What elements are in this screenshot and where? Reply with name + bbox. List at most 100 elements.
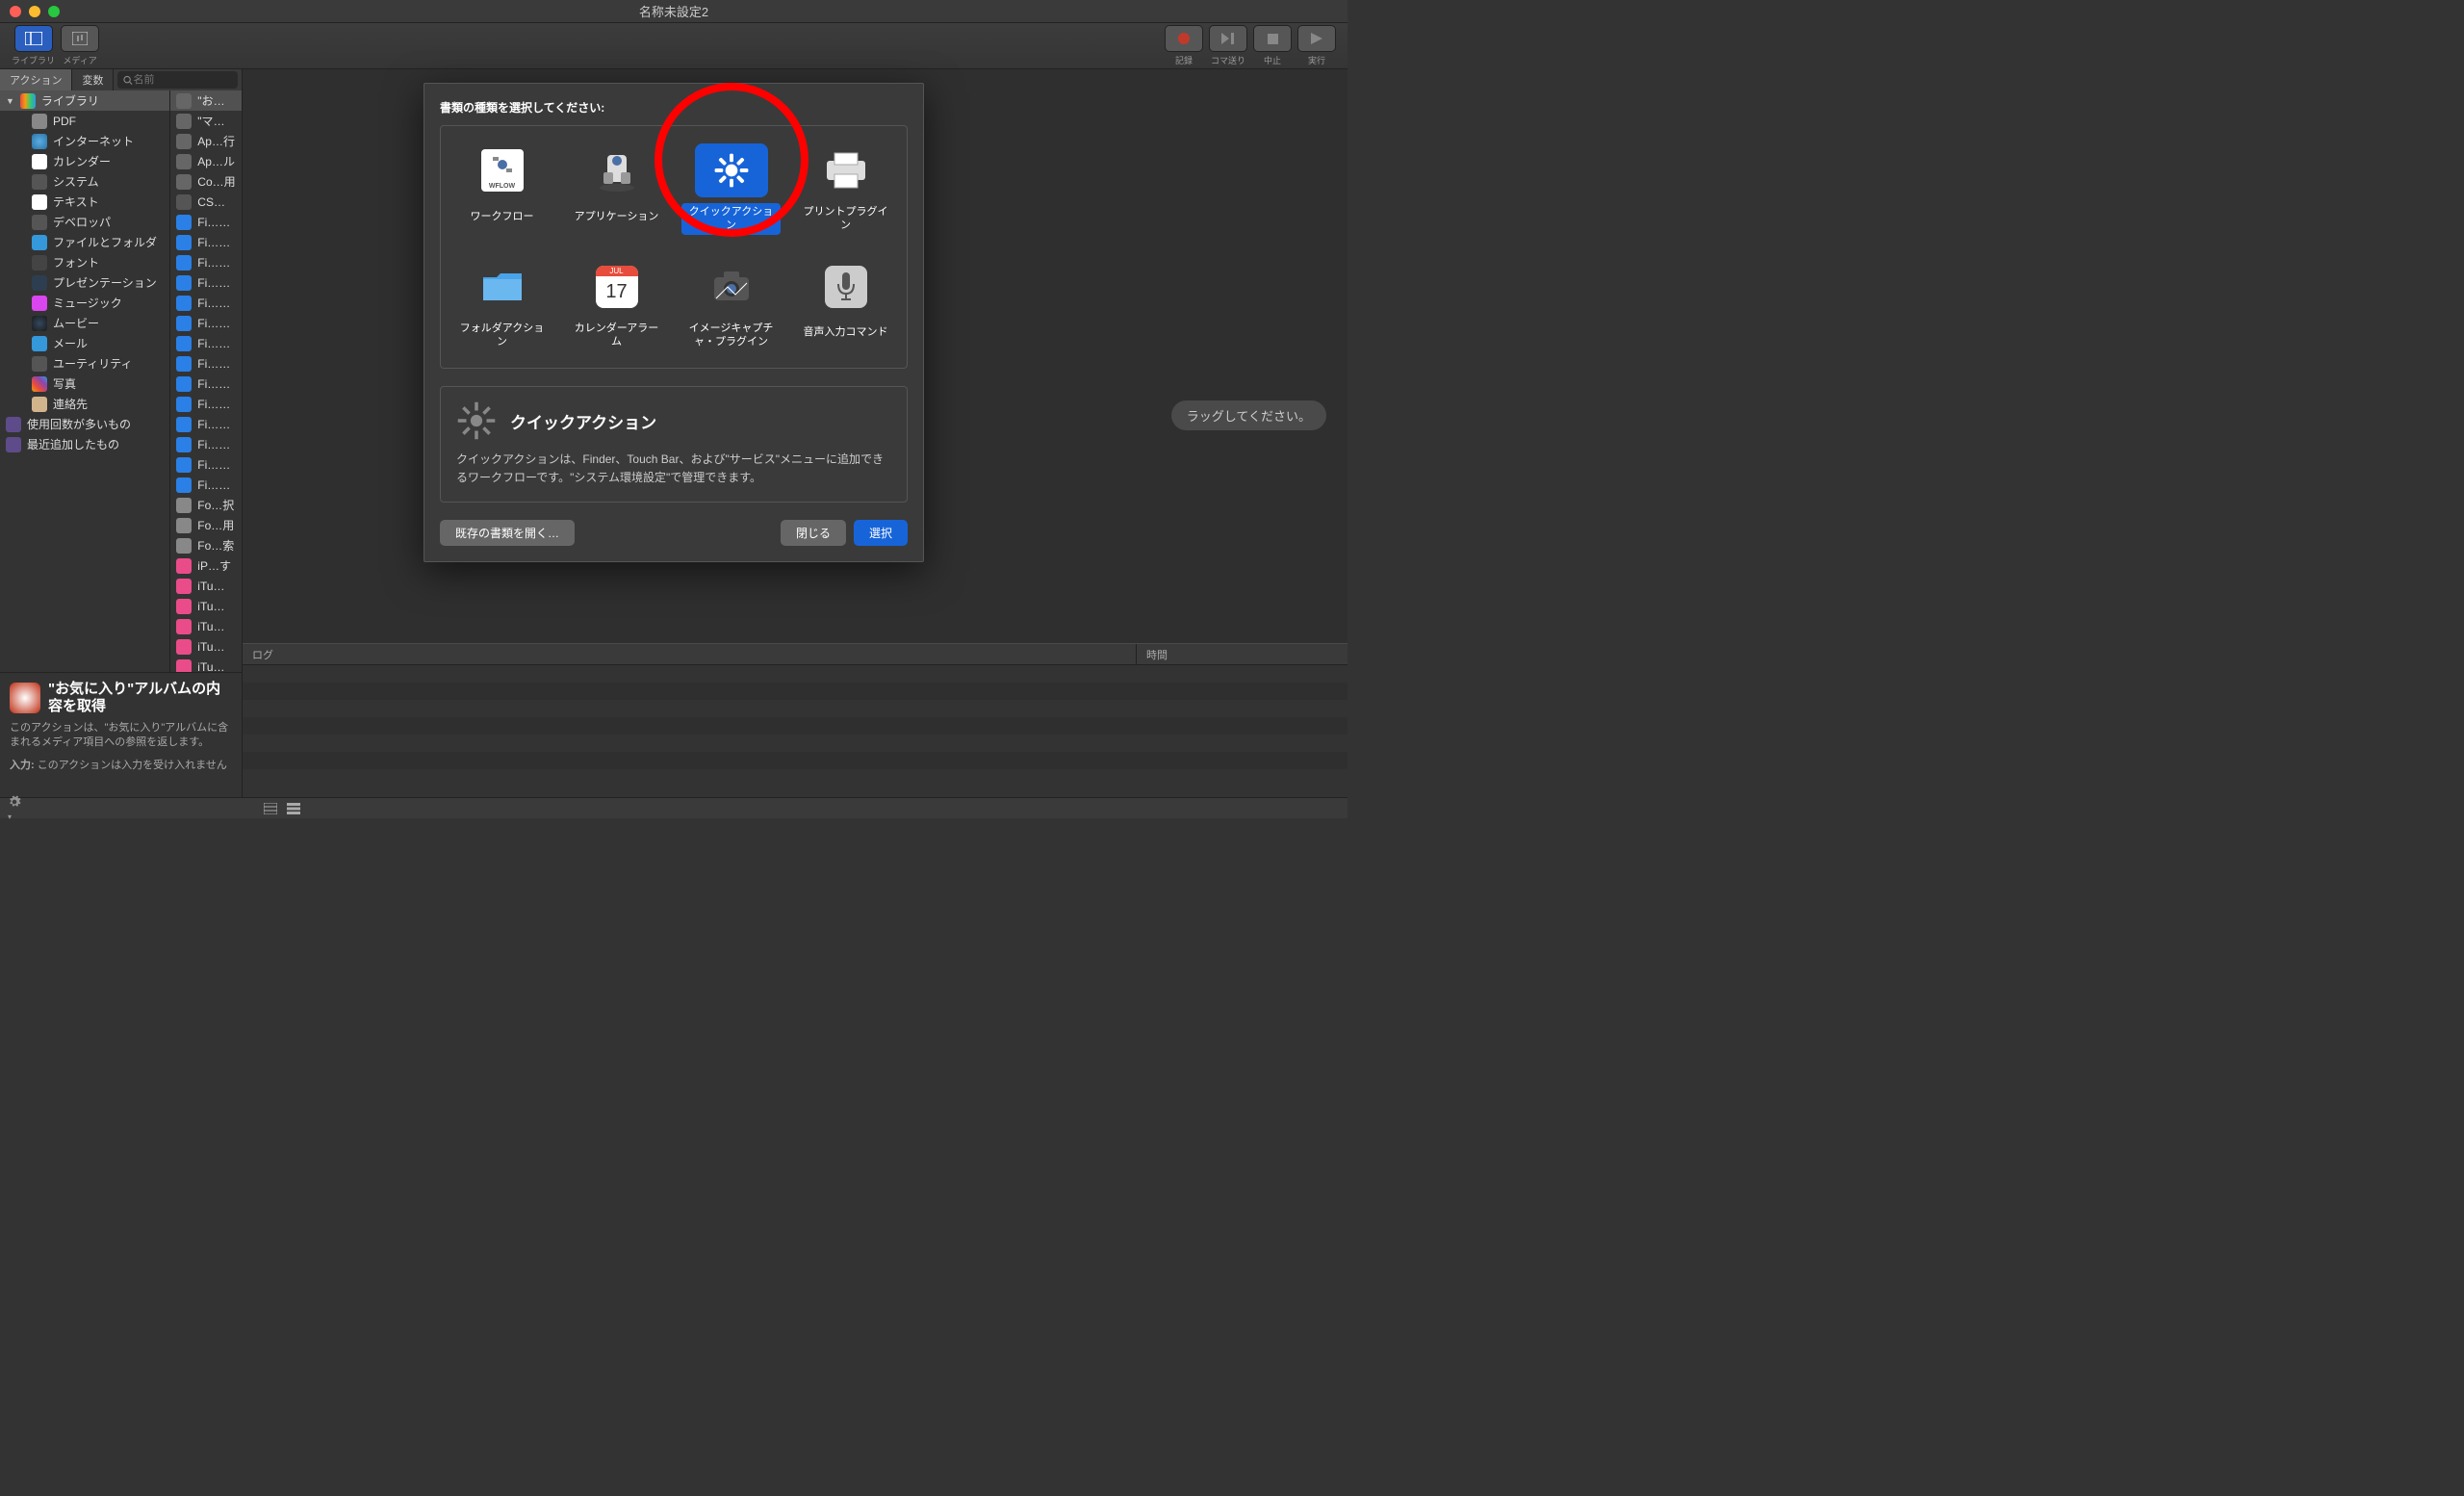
category-row[interactable]: インターネット (0, 131, 169, 151)
category-row[interactable]: 最近追加したもの (0, 434, 169, 454)
category-row[interactable]: システム (0, 171, 169, 192)
action-row[interactable]: Co…用 (170, 171, 242, 192)
action-row[interactable]: Fi…ピー (170, 313, 242, 333)
action-icon (176, 93, 192, 109)
dictation-icon (809, 260, 883, 314)
gear-icon (8, 795, 21, 809)
doctype-imagecapture[interactable]: イメージキャプチャ・プラグイン (678, 254, 784, 357)
flow-view-icon[interactable] (264, 803, 277, 814)
category-column[interactable]: ▼ライブラリPDF インターネットカレンダーシステムテキストデベロッパファイルとフ… (0, 90, 170, 672)
action-label: Fi…るく (197, 335, 236, 351)
category-row[interactable]: ミュージック (0, 293, 169, 313)
log-header-log[interactable]: ログ (243, 644, 1136, 664)
action-row[interactable]: Fi…開く (170, 394, 242, 414)
action-row[interactable]: "マ…示 (170, 111, 242, 131)
tab-actions[interactable]: アクション (0, 69, 72, 90)
action-row[interactable]: Fi…検索 (170, 414, 242, 434)
maximize-window-button[interactable] (48, 6, 60, 17)
action-row[interactable]: Fi…設定 (170, 252, 242, 272)
stop-icon (1268, 34, 1278, 44)
action-row[interactable]: Fi…るく (170, 333, 242, 353)
action-row[interactable]: Fi…える (170, 475, 242, 495)
choose-button[interactable]: 選択 (854, 520, 908, 546)
category-row[interactable]: PDF (0, 111, 169, 131)
action-label: Fi…える (197, 477, 236, 493)
tab-variables[interactable]: 変数 (72, 69, 114, 90)
close-button[interactable]: 閉じる (781, 520, 846, 546)
list-view-icon[interactable] (287, 803, 300, 814)
category-row[interactable]: 写真 (0, 374, 169, 394)
stop-button[interactable] (1253, 25, 1292, 52)
media-toggle-button[interactable] (61, 25, 99, 52)
library-toggle-button[interactable] (14, 25, 53, 52)
action-column[interactable]: "お…得"マ…示Ap…行Ap…ルCo…用CS…換Fi…適用Fi…てるFi…設定F… (170, 90, 242, 672)
action-row[interactable]: iTu…定 (170, 576, 242, 596)
doctype-dictation[interactable]: 音声入力コマンド (792, 254, 899, 357)
open-existing-button[interactable]: 既存の書類を開く… (440, 520, 575, 546)
doctype-application[interactable]: アプリケーション (563, 138, 670, 241)
close-window-button[interactable] (10, 6, 21, 17)
action-row[interactable]: Fo…索 (170, 535, 242, 555)
doctype-printplugin[interactable]: プリントプラグイン (792, 138, 899, 241)
quickaction-icon (695, 143, 768, 197)
action-row[interactable]: iTu…定 (170, 616, 242, 636)
category-row[interactable]: メール (0, 333, 169, 353)
category-row[interactable]: プレゼンテーション (0, 272, 169, 293)
action-row[interactable]: Fi…める (170, 272, 242, 293)
record-label: 記録 (1175, 54, 1193, 66)
doctype-calendaralarm[interactable]: JUL17カレンダーアラーム (563, 254, 670, 357)
minimize-window-button[interactable] (29, 6, 40, 17)
gear-menu-button[interactable]: ▾ (8, 795, 21, 822)
action-row[interactable]: Fi…複製 (170, 454, 242, 475)
category-label: インターネット (53, 133, 134, 149)
action-row[interactable]: Fi…ント (170, 353, 242, 374)
action-row[interactable]: Ap…行 (170, 131, 242, 151)
record-button[interactable] (1165, 25, 1203, 52)
category-row[interactable]: 連絡先 (0, 394, 169, 414)
category-row[interactable]: ファイルとフォルダ (0, 232, 169, 252)
action-row[interactable]: iTu…定 (170, 596, 242, 616)
category-row[interactable]: ムービー (0, 313, 169, 333)
action-row[interactable]: iP…す (170, 555, 242, 576)
category-label: システム (53, 173, 99, 190)
action-row[interactable]: Ap…ル (170, 151, 242, 171)
action-row[interactable]: iTu…止 (170, 657, 242, 672)
category-row[interactable]: 使用回数が多いもの (0, 414, 169, 434)
action-row[interactable]: Fi…適用 (170, 212, 242, 232)
action-icon (176, 538, 192, 554)
action-row[interactable]: iTu…定 (170, 636, 242, 657)
action-row[interactable]: Fi…てる (170, 232, 242, 252)
category-row[interactable]: ▼ライブラリ (0, 90, 169, 111)
category-row[interactable]: カレンダー (0, 151, 169, 171)
category-icon (32, 296, 47, 311)
action-row[interactable]: Fo…択 (170, 495, 242, 515)
category-row[interactable]: テキスト (0, 192, 169, 212)
search-input[interactable] (133, 74, 232, 86)
action-label: Fi…移動 (197, 375, 236, 392)
category-row[interactable]: デベロッパ (0, 212, 169, 232)
doctype-folderaction[interactable]: フォルダアクション (449, 254, 555, 357)
doctype-workflow[interactable]: WFLOWワークフロー (449, 138, 555, 241)
action-info-panel: "お気に入り"アルバムの内容を取得 このアクションは、"お気に入り"アルバムに含… (0, 672, 242, 797)
category-row[interactable]: フォント (0, 252, 169, 272)
step-button[interactable] (1209, 25, 1247, 52)
action-row[interactable]: Fo…用 (170, 515, 242, 535)
log-header-time[interactable]: 時間 (1136, 644, 1348, 664)
action-row[interactable]: "お…得 (170, 90, 242, 111)
search-field-wrap[interactable] (117, 71, 238, 89)
doctype-quickaction[interactable]: クイックアクション (678, 138, 784, 241)
action-icon (176, 477, 192, 493)
category-row[interactable]: ユーティリティ (0, 353, 169, 374)
action-row[interactable]: Fi…変更 (170, 293, 242, 313)
library-toggle-label: ライブラリ (12, 54, 55, 66)
category-label: デベロッパ (53, 214, 111, 230)
action-row[interactable]: Fi…表示 (170, 434, 242, 454)
action-icon (176, 134, 192, 149)
run-button[interactable] (1297, 25, 1336, 52)
action-row[interactable]: Fi…移動 (170, 374, 242, 394)
input-label: 入力: (10, 760, 35, 771)
category-label: ムービー (53, 315, 99, 331)
log-rows (243, 665, 1348, 787)
action-label: Fi…複製 (197, 456, 236, 473)
action-row[interactable]: CS…換 (170, 192, 242, 212)
